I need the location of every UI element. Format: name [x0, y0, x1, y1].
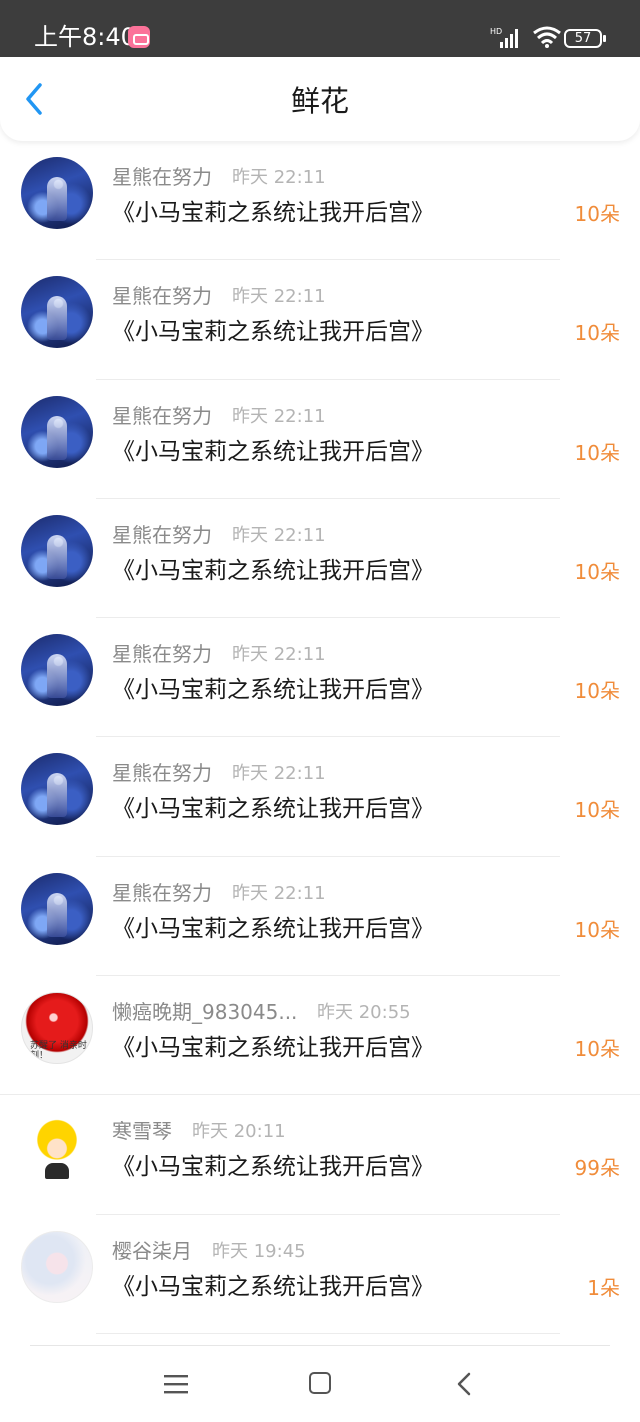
network-label: HD: [490, 27, 502, 36]
user-name[interactable]: 星熊在努力: [112, 760, 212, 786]
flower-count: 99朵: [574, 1156, 620, 1181]
book-title[interactable]: 《小马宝莉之系统让我开后宫》: [112, 793, 434, 825]
list-item[interactable]: 星熊在努力 昨天 22:11 《小马宝莉之系统让我开后宫》 10朵: [0, 737, 640, 857]
flower-count: 10朵: [574, 679, 620, 704]
list-item[interactable]: 樱谷柒月 昨天 19:45 《小马宝莉之系统让我开后宫》 1朵: [0, 1215, 640, 1334]
flower-count: 10朵: [574, 559, 620, 584]
page-title: 鲜花: [290, 84, 349, 118]
time-stamp: 昨天 20:55: [317, 1002, 411, 1024]
home-square-icon[interactable]: [309, 1372, 331, 1394]
flower-list: 星熊在努力 昨天 22:11 《小马宝莉之系统让我开后宫》 10朵 星熊在努力 昨天 22…: [0, 141, 640, 1334]
avatar[interactable]: [21, 1111, 93, 1184]
time-stamp: 昨天 22:11: [232, 644, 326, 666]
avatar[interactable]: [21, 753, 93, 826]
avatar[interactable]: [21, 1230, 93, 1303]
flower-count: 10朵: [574, 917, 620, 942]
avatar[interactable]: [21, 514, 93, 587]
user-name[interactable]: 寒雪琴: [112, 1118, 172, 1144]
avatar[interactable]: [21, 395, 93, 468]
time-stamp: 昨天 22:11: [232, 405, 326, 427]
user-name[interactable]: 星熊在努力: [112, 522, 212, 548]
user-name[interactable]: 樱谷柒月: [112, 1238, 192, 1264]
list-item[interactable]: 星熊在努力 昨天 22:11 《小马宝莉之系统让我开后宫》 10朵: [0, 618, 640, 738]
list-item[interactable]: 星熊在努力 昨天 22:11 《小马宝莉之系统让我开后宫》 10朵: [0, 499, 640, 619]
avatar[interactable]: [21, 872, 93, 945]
time-stamp: 昨天 22:11: [232, 167, 326, 188]
time-stamp: 昨天 22:11: [232, 286, 326, 308]
flower-count: 10朵: [574, 440, 620, 465]
time-stamp: 昨天 22:11: [232, 524, 326, 546]
avatar[interactable]: [21, 157, 93, 229]
flower-count: 1朵: [587, 1275, 620, 1300]
list-item[interactable]: 苏醒了 消亲时刻！ 懒癌晚期_983045... 昨天 20:55 《小马宝莉之系统让…: [0, 976, 640, 1096]
signal-icon: HD: [490, 27, 518, 48]
book-title[interactable]: 《小马宝莉之系统让我开后宫》: [112, 1271, 434, 1303]
row-divider: [96, 1332, 560, 1334]
book-title[interactable]: 《小马宝莉之系统让我开后宫》: [112, 197, 434, 229]
user-name[interactable]: 星熊在努力: [112, 164, 212, 190]
status-time: 上午8:40: [34, 23, 136, 51]
book-title[interactable]: 《小马宝莉之系统让我开后宫》: [112, 674, 434, 706]
header: 鲜花: [0, 57, 640, 141]
user-name[interactable]: 星熊在努力: [112, 641, 212, 667]
nav-back-icon[interactable]: [455, 1371, 473, 1397]
menu-icon[interactable]: [163, 1372, 189, 1396]
book-title[interactable]: 《小马宝莉之系统让我开后宫》: [112, 1032, 434, 1064]
status-bar: 上午8:40 HD 57: [0, 0, 640, 57]
time-stamp: 昨天 19:45: [212, 1240, 306, 1262]
user-name[interactable]: 懒癌晚期_983045...: [112, 999, 297, 1025]
wifi-icon: [533, 26, 561, 48]
battery-indicator: 57: [564, 29, 606, 48]
book-title[interactable]: 《小马宝莉之系统让我开后宫》: [112, 1151, 434, 1183]
avatar[interactable]: 苏醒了 消亲时刻！: [21, 992, 93, 1065]
avatar-caption: 苏醒了 消亲时刻！: [30, 1041, 87, 1062]
book-title[interactable]: 《小马宝莉之系统让我开后宫》: [112, 316, 434, 348]
book-title[interactable]: 《小马宝莉之系统让我开后宫》: [112, 555, 434, 587]
user-name[interactable]: 星熊在努力: [112, 403, 212, 429]
list-item[interactable]: 星熊在努力 昨天 22:11 《小马宝莉之系统让我开后宫》 10朵: [0, 141, 640, 261]
user-name[interactable]: 星熊在努力: [112, 880, 212, 906]
book-title[interactable]: 《小马宝莉之系统让我开后宫》: [112, 436, 434, 468]
user-name[interactable]: 星熊在努力: [112, 283, 212, 309]
flower-count: 10朵: [574, 321, 620, 346]
bilibili-app-icon: [128, 26, 150, 48]
flower-count: 10朵: [574, 202, 620, 226]
time-stamp: 昨天 20:11: [192, 1121, 286, 1143]
system-nav-bar: [0, 1345, 640, 1422]
nav-divider: [30, 1345, 610, 1346]
book-title[interactable]: 《小马宝莉之系统让我开后宫》: [112, 913, 434, 945]
list-item[interactable]: 星熊在努力 昨天 22:11 《小马宝莉之系统让我开后宫》 10朵: [0, 857, 640, 977]
time-stamp: 昨天 22:11: [232, 763, 326, 785]
avatar[interactable]: [21, 634, 93, 707]
list-item[interactable]: 星熊在努力 昨天 22:11 《小马宝莉之系统让我开后宫》 10朵: [0, 260, 640, 380]
avatar[interactable]: [21, 276, 93, 349]
list-item[interactable]: 星熊在努力 昨天 22:11 《小马宝莉之系统让我开后宫》 10朵: [0, 380, 640, 499]
time-stamp: 昨天 22:11: [232, 882, 326, 904]
list-item[interactable]: 寒雪琴 昨天 20:11 《小马宝莉之系统让我开后宫》 99朵: [0, 1095, 640, 1215]
flower-count: 10朵: [574, 1037, 620, 1062]
flower-count: 10朵: [574, 798, 620, 823]
